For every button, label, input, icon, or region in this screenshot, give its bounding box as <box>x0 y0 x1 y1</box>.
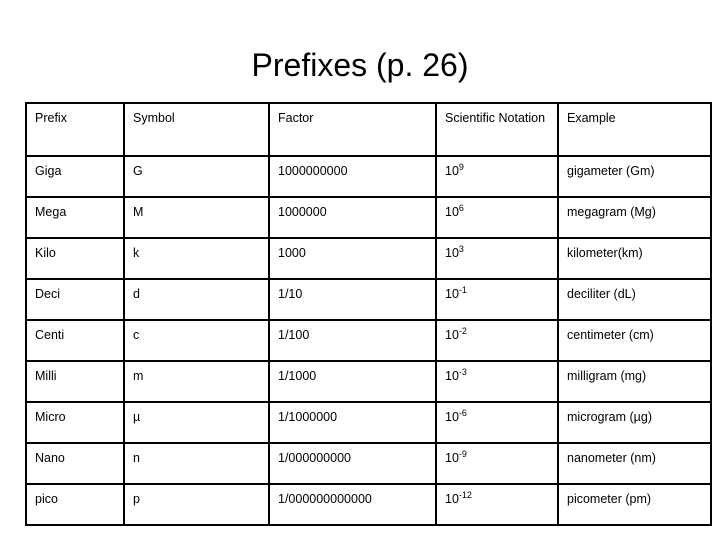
sci-base: 10 <box>445 410 459 424</box>
cell-example: deciliter (dL) <box>557 278 712 321</box>
cell-scientific-notation: 103 <box>435 237 559 280</box>
cell-prefix: Nano <box>25 442 125 485</box>
sci-base: 10 <box>445 164 459 178</box>
table-header-row: Prefix Symbol Factor Scientific Notation… <box>25 102 712 157</box>
cell-factor: 1/100 <box>268 319 437 362</box>
cell-symbol: p <box>123 483 270 526</box>
cell-example: milligram (mg) <box>557 360 712 403</box>
cell-factor: 1/10 <box>268 278 437 321</box>
sci-exponent: 3 <box>458 244 464 254</box>
cell-symbol: d <box>123 278 270 321</box>
sci-exponent: -1 <box>458 285 467 295</box>
cell-scientific-notation: 10-12 <box>435 483 559 526</box>
sci-base: 10 <box>445 205 459 219</box>
sci-base: 10 <box>445 287 459 301</box>
cell-symbol: m <box>123 360 270 403</box>
sci-exponent: -2 <box>458 326 467 336</box>
cell-example: megagram (Mg) <box>557 196 712 239</box>
cell-prefix: Giga <box>25 155 125 198</box>
sci-exponent: -3 <box>458 367 467 377</box>
cell-prefix: Micro <box>25 401 125 444</box>
column-header-scientific-notation: Scientific Notation <box>435 102 559 157</box>
cell-factor: 1/1000 <box>268 360 437 403</box>
sci-base: 10 <box>445 369 459 383</box>
sci-base: 10 <box>445 451 459 465</box>
column-header-prefix: Prefix <box>25 102 125 157</box>
slide: Prefixes (p. 26) Prefix Symbol Factor Sc… <box>0 0 720 540</box>
cell-scientific-notation: 106 <box>435 196 559 239</box>
cell-prefix: Milli <box>25 360 125 403</box>
sci-base: 10 <box>445 246 459 260</box>
sci-exponent: -6 <box>458 408 467 418</box>
cell-prefix: Deci <box>25 278 125 321</box>
sci-exponent: -12 <box>458 490 472 500</box>
table-row: pico p 1/000000000000 10-12 picometer (p… <box>25 483 712 526</box>
cell-symbol: k <box>123 237 270 280</box>
page-title: Prefixes (p. 26) <box>251 47 469 83</box>
table-body: Giga G 1000000000 109 gigameter (Gm) Meg… <box>25 155 712 526</box>
table-row: Centi c 1/100 10-2 centimeter (cm) <box>25 319 712 362</box>
sci-base: 10 <box>445 492 459 506</box>
table-row: Deci d 1/10 10-1 deciliter (dL) <box>25 278 712 321</box>
cell-scientific-notation: 10-2 <box>435 319 559 362</box>
cell-scientific-notation: 109 <box>435 155 559 198</box>
cell-factor: 1/000000000 <box>268 442 437 485</box>
cell-example: microgram (µg) <box>557 401 712 444</box>
table-row: Micro µ 1/1000000 10-6 microgram (µg) <box>25 401 712 444</box>
sci-exponent: 6 <box>458 203 464 213</box>
table-header: Prefix Symbol Factor Scientific Notation… <box>25 102 712 157</box>
cell-factor: 1/1000000 <box>268 401 437 444</box>
cell-symbol: M <box>123 196 270 239</box>
column-header-example: Example <box>557 102 712 157</box>
sci-exponent: 9 <box>458 162 464 172</box>
cell-factor: 1000 <box>268 237 437 280</box>
cell-example: nanometer (nm) <box>557 442 712 485</box>
cell-prefix: Kilo <box>25 237 125 280</box>
cell-scientific-notation: 10-3 <box>435 360 559 403</box>
prefix-table: Prefix Symbol Factor Scientific Notation… <box>25 102 712 526</box>
cell-symbol: G <box>123 155 270 198</box>
cell-scientific-notation: 10-6 <box>435 401 559 444</box>
cell-prefix: Mega <box>25 196 125 239</box>
cell-symbol: n <box>123 442 270 485</box>
column-header-symbol: Symbol <box>123 102 270 157</box>
cell-scientific-notation: 10-1 <box>435 278 559 321</box>
cell-factor: 1/000000000000 <box>268 483 437 526</box>
table-row: Kilo k 1000 103 kilometer(km) <box>25 237 712 280</box>
cell-symbol: c <box>123 319 270 362</box>
table-row: Milli m 1/1000 10-3 milligram (mg) <box>25 360 712 403</box>
cell-factor: 1000000 <box>268 196 437 239</box>
cell-example: centimeter (cm) <box>557 319 712 362</box>
cell-factor: 1000000000 <box>268 155 437 198</box>
cell-prefix: pico <box>25 483 125 526</box>
prefix-table-container: Prefix Symbol Factor Scientific Notation… <box>25 102 712 526</box>
cell-example: picometer (pm) <box>557 483 712 526</box>
table-row: Nano n 1/000000000 10-9 nanometer (nm) <box>25 442 712 485</box>
cell-prefix: Centi <box>25 319 125 362</box>
cell-scientific-notation: 10-9 <box>435 442 559 485</box>
table-row: Mega M 1000000 106 megagram (Mg) <box>25 196 712 239</box>
sci-exponent: -9 <box>458 449 467 459</box>
sci-base: 10 <box>445 328 459 342</box>
cell-example: kilometer(km) <box>557 237 712 280</box>
cell-example: gigameter (Gm) <box>557 155 712 198</box>
table-row: Giga G 1000000000 109 gigameter (Gm) <box>25 155 712 198</box>
cell-symbol: µ <box>123 401 270 444</box>
column-header-factor: Factor <box>268 102 437 157</box>
